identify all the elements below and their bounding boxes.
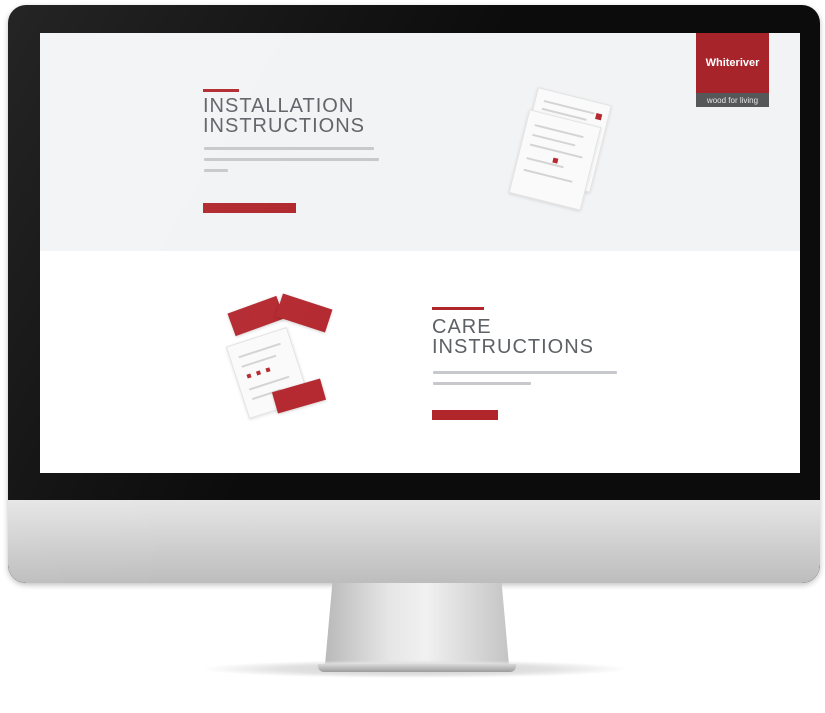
care-accent-line [432, 307, 484, 310]
installation-text-line [204, 158, 379, 161]
care-download-button[interactable] [432, 410, 498, 420]
installation-title-line1: INSTALLATION [203, 95, 355, 117]
installation-text-line [204, 147, 374, 150]
logo-wordmark: Whiteriver [696, 33, 769, 93]
care-text-line [433, 371, 617, 374]
logo-tagline: wood for living [696, 93, 769, 107]
monitor-frame: INSTALLATION INSTRUCTIONS Whiteriver woo… [8, 5, 820, 583]
monitor-stand-neck [325, 583, 509, 665]
care-title: CARE INSTRUCTIONS [432, 317, 594, 357]
installation-download-button[interactable] [203, 203, 296, 213]
care-section: CARE INSTRUCTIONS [40, 251, 800, 473]
installation-title: INSTALLATION INSTRUCTIONS [203, 96, 365, 136]
care-title-line2: INSTRUCTIONS [432, 336, 594, 358]
instruction-sheet-front [508, 109, 602, 211]
whiteriver-logo[interactable]: Whiteriver wood for living [696, 33, 769, 107]
monitor-stand-base [318, 664, 516, 672]
installation-accent-line [203, 89, 239, 92]
care-text-line [433, 382, 531, 385]
installation-title-line2: INSTRUCTIONS [203, 115, 365, 137]
care-title-line1: CARE [432, 316, 492, 338]
installation-section: INSTALLATION INSTRUCTIONS Whiteriver woo… [40, 33, 800, 251]
browser-screen: INSTALLATION INSTRUCTIONS Whiteriver woo… [40, 33, 800, 473]
monitor-chin [8, 500, 820, 583]
installation-text-line [204, 169, 228, 172]
